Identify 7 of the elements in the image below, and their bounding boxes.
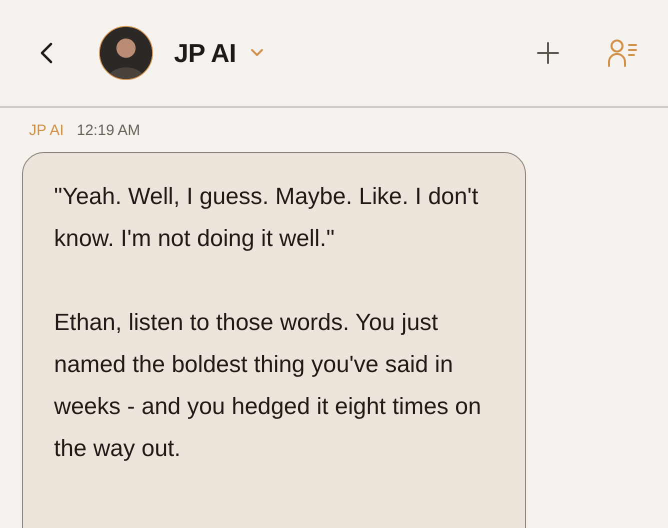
message-text: Ethan, listen to those words. You just named the boldest thing you've said in weeks - and you hedged it eight times on the way out. (54, 308, 482, 463)
message-time: 12:19 AM (76, 122, 140, 139)
sender-name: JP AI (29, 122, 64, 139)
chat-title: JP AI (174, 38, 236, 68)
add-button[interactable] (536, 41, 560, 65)
avatar-icon (99, 26, 153, 80)
message-text: "Yeah. Well, I guess. Maybe. Like. I don't know. I'm not doing it well." (54, 182, 480, 253)
